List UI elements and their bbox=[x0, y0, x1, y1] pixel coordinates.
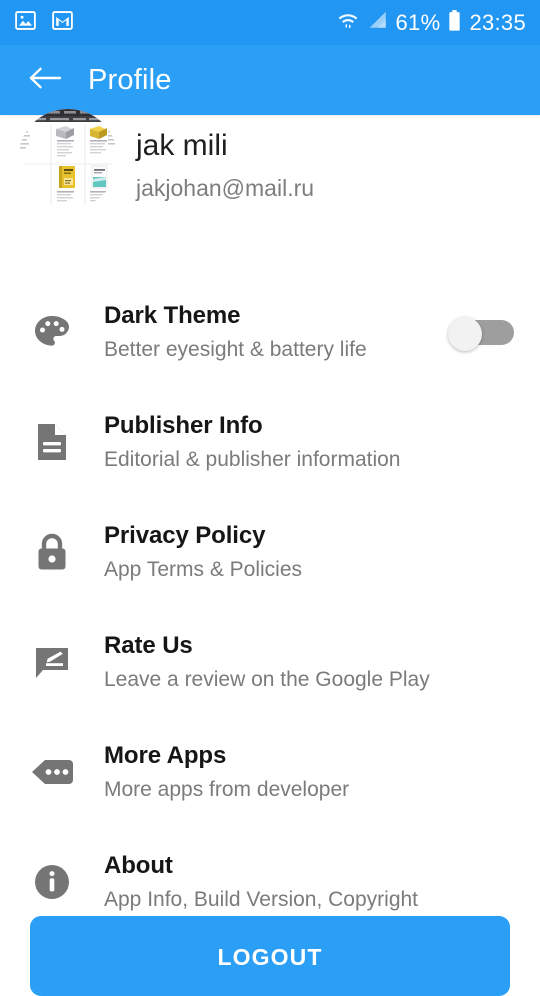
setting-row-dark-theme[interactable]: Dark Theme Better eyesight & battery lif… bbox=[0, 277, 540, 387]
lock-icon bbox=[28, 528, 76, 576]
settings-list: Dark Theme Better eyesight & battery lif… bbox=[0, 277, 540, 937]
profile-text: jak mili jakjohan@mail.ru bbox=[136, 115, 314, 201]
setting-row-more-apps[interactable]: More Apps More apps from developer bbox=[0, 717, 540, 827]
setting-subtitle: Leave a review on the Google Play bbox=[104, 668, 430, 692]
battery-icon bbox=[447, 9, 462, 37]
status-bar: 61% 23:35 bbox=[0, 0, 540, 45]
page-title: Profile bbox=[88, 63, 172, 96]
gmail-icon bbox=[51, 9, 74, 37]
status-bar-left-icons bbox=[14, 9, 74, 37]
image-icon bbox=[14, 9, 37, 37]
battery-percent-label: 61% bbox=[395, 9, 441, 35]
setting-title: More Apps bbox=[104, 741, 227, 769]
setting-title: Rate Us bbox=[104, 631, 193, 659]
setting-text-about: About App Info, Build Version, Copyright bbox=[104, 852, 518, 913]
document-icon bbox=[28, 418, 76, 466]
logout-button[interactable]: LOGOUT bbox=[30, 916, 510, 996]
back-button[interactable] bbox=[22, 57, 68, 103]
cell-signal-icon bbox=[367, 9, 389, 36]
setting-text-publisher-info: Publisher Info Editorial & publisher inf… bbox=[104, 412, 518, 473]
status-bar-right-icons: 61% 23:35 bbox=[336, 8, 527, 37]
arrow-left-icon bbox=[27, 63, 63, 98]
profile-email: jakjohan@mail.ru bbox=[136, 175, 315, 201]
profile-name: jak mili bbox=[136, 129, 228, 162]
setting-subtitle: Editorial & publisher information bbox=[104, 448, 401, 472]
setting-row-privacy-policy[interactable]: Privacy Policy App Terms & Policies bbox=[0, 497, 540, 607]
more-apps-tag-icon bbox=[28, 748, 76, 796]
setting-subtitle: More apps from developer bbox=[104, 778, 350, 802]
setting-text-dark-theme: Dark Theme Better eyesight & battery lif… bbox=[104, 302, 448, 363]
profile-header: jak mili jakjohan@mail.ru bbox=[0, 109, 540, 235]
avatar-image bbox=[18, 109, 118, 209]
setting-text-rate-us: Rate Us Leave a review on the Google Pla… bbox=[104, 632, 518, 693]
setting-row-rate-us[interactable]: Rate Us Leave a review on the Google Pla… bbox=[0, 607, 540, 717]
app-bar: Profile bbox=[0, 45, 540, 115]
info-circle-icon bbox=[28, 858, 76, 906]
wifi-icon bbox=[336, 8, 360, 37]
setting-subtitle: Better eyesight & battery life bbox=[104, 338, 367, 362]
setting-title: Publisher Info bbox=[104, 411, 263, 439]
setting-text-more-apps: More Apps More apps from developer bbox=[104, 742, 518, 803]
setting-title: About bbox=[104, 851, 173, 879]
toggle-knob bbox=[448, 317, 482, 351]
setting-title: Privacy Policy bbox=[104, 521, 266, 549]
setting-text-privacy-policy: Privacy Policy App Terms & Policies bbox=[104, 522, 518, 583]
setting-title: Dark Theme bbox=[104, 301, 241, 329]
setting-row-publisher-info[interactable]: Publisher Info Editorial & publisher inf… bbox=[0, 387, 540, 497]
setting-subtitle: App Terms & Policies bbox=[104, 558, 303, 582]
clock-label: 23:35 bbox=[469, 9, 526, 35]
avatar[interactable] bbox=[18, 109, 118, 209]
palette-icon bbox=[28, 308, 76, 356]
setting-subtitle: App Info, Build Version, Copyright bbox=[104, 888, 419, 912]
dark-theme-toggle[interactable] bbox=[448, 317, 514, 351]
review-pencil-icon bbox=[28, 638, 76, 686]
